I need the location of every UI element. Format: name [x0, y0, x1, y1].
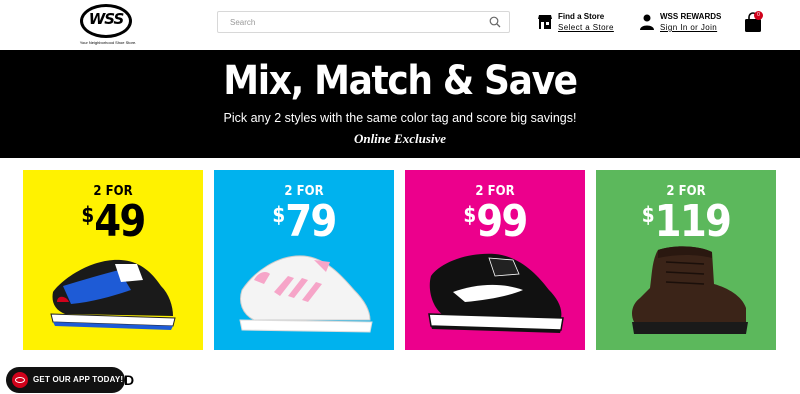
- promo-banner: Mix, Match & Save Pick any 2 styles with…: [0, 50, 800, 158]
- sneaker-icon: [50, 259, 176, 330]
- card-currency: $: [641, 203, 655, 227]
- sign-in-link[interactable]: Sign In or Join: [660, 23, 717, 32]
- get-app-label: GET OUR APP TODAY!: [33, 375, 124, 384]
- promo-card-99[interactable]: 2 FOR $99: [405, 170, 585, 350]
- store-icon: [538, 15, 552, 29]
- banner-exclusive: Online Exclusive: [353, 131, 447, 146]
- skate-shoe-icon: [428, 253, 564, 333]
- wss-logo[interactable]: WSS Your Neighborhood Shoe Store.: [78, 4, 138, 46]
- select-store-link[interactable]: Select a Store: [558, 23, 614, 32]
- wss-app-icon: [12, 372, 28, 388]
- search-input[interactable]: [218, 12, 478, 32]
- card-currency: $: [463, 203, 477, 227]
- cart-count-badge: 0: [754, 11, 763, 20]
- site-header: WSS Your Neighborhood Shoe Store. Find a…: [0, 0, 800, 50]
- logo-text: WSS: [88, 10, 125, 28]
- find-store-title: Find a Store: [558, 12, 605, 21]
- running-shoe-icon: [239, 255, 373, 333]
- promo-card-49[interactable]: 2 FOR $49: [23, 170, 203, 350]
- card-currency: $: [81, 203, 95, 227]
- get-app-button[interactable]: GET OUR APP TODAY!: [6, 367, 125, 393]
- search-icon[interactable]: [489, 16, 501, 28]
- wss-rewards[interactable]: WSS REWARDS Sign In or Join: [640, 12, 722, 36]
- banner-title: Mix, Match & Save: [223, 58, 578, 104]
- promo-card-119[interactable]: 2 FOR $119: [596, 170, 776, 350]
- promo-card-79[interactable]: 2 FOR $79: [214, 170, 394, 350]
- user-icon: [640, 14, 654, 30]
- boot-icon: [632, 246, 748, 334]
- search-bar: [217, 11, 510, 33]
- card-currency: $: [272, 203, 286, 227]
- rewards-title: WSS REWARDS: [660, 12, 722, 21]
- logo-tagline: Your Neighborhood Shoe Store.: [79, 40, 137, 45]
- find-a-store[interactable]: Find a Store Select a Store: [538, 12, 618, 36]
- cart-button[interactable]: 0: [744, 11, 763, 32]
- partial-heading-text: D: [124, 372, 135, 388]
- banner-subtitle: Pick any 2 styles with the same color ta…: [223, 111, 577, 125]
